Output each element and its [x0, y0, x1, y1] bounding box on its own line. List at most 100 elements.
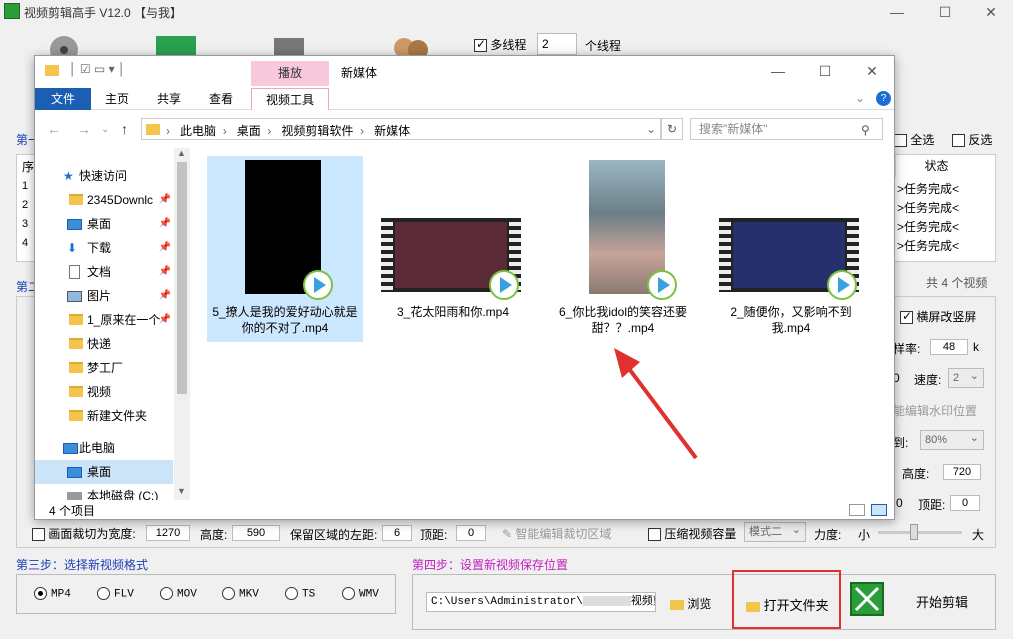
- refresh-icon[interactable]: ↻: [661, 118, 683, 140]
- forward-icon[interactable]: →: [77, 121, 91, 137]
- select-all-checkbox[interactable]: 全选: [894, 131, 934, 148]
- radio-mp4-icon[interactable]: [34, 587, 47, 600]
- ribbon-expand-icon[interactable]: ⌄: [855, 91, 865, 105]
- keep-left-input[interactable]: 6: [382, 525, 412, 541]
- crop-width-checkbox[interactable]: 画面裁切为宽度:: [32, 525, 136, 542]
- crop-top-input[interactable]: 0: [456, 525, 486, 541]
- format-ts[interactable]: TS: [285, 587, 315, 600]
- bitrate-input[interactable]: 48: [930, 339, 968, 355]
- breadcrumb-software[interactable]: 视频剪辑软件: [281, 124, 353, 138]
- back-icon[interactable]: ←: [47, 121, 61, 137]
- search-input[interactable]: 搜索"新媒体": [690, 118, 883, 140]
- invert-check-icon[interactable]: [952, 134, 965, 148]
- start-cut-button[interactable]: 开始剪辑: [916, 592, 968, 611]
- file-item[interactable]: 3_花太阳雨和你.mp4: [375, 156, 531, 342]
- compress-check-icon[interactable]: [648, 528, 661, 542]
- format-flv[interactable]: FLV: [97, 587, 134, 600]
- format-wmv[interactable]: WMV: [342, 587, 379, 600]
- radio-flv-icon[interactable]: [97, 587, 110, 600]
- height-input[interactable]: 720: [943, 464, 981, 480]
- compress-checkbox[interactable]: 压缩视频容量: [648, 525, 736, 542]
- nav-item[interactable]: 桌面 📌: [35, 212, 173, 236]
- explorer-close-button[interactable]: ✕: [857, 61, 887, 81]
- pin-icon[interactable]: 📌: [159, 188, 171, 212]
- nav-item[interactable]: 快递: [35, 332, 173, 356]
- nav-item[interactable]: 视频: [35, 380, 173, 404]
- nav-item[interactable]: 此电脑: [35, 436, 173, 460]
- speed-select[interactable]: 2: [948, 367, 984, 388]
- breadcrumb-desktop[interactable]: 桌面: [237, 124, 261, 138]
- tab-home[interactable]: 主页: [93, 88, 141, 110]
- scroll-up-icon[interactable]: ▲: [177, 148, 186, 158]
- radio-wmv-icon[interactable]: [342, 587, 355, 600]
- radio-mkv-icon[interactable]: [222, 587, 235, 600]
- file-item[interactable]: 2_随便你，又影响不到我.mp4: [713, 156, 869, 342]
- smart-crop-button[interactable]: ✎ 智能编辑裁切区域: [502, 525, 611, 542]
- strength-slider[interactable]: [878, 531, 962, 534]
- help-icon[interactable]: ?: [876, 91, 891, 106]
- save-path-input[interactable]: C:\Users\Administrator\ 视频剪: [426, 592, 656, 612]
- tab-file[interactable]: 文件: [35, 88, 92, 110]
- landscape-check-icon[interactable]: [900, 309, 913, 325]
- tab-view[interactable]: 查看: [197, 88, 245, 110]
- top-input[interactable]: 0: [950, 495, 980, 511]
- nav-item[interactable]: ⬇ 下载 📌: [35, 236, 173, 260]
- radio-mov-icon[interactable]: [160, 587, 173, 600]
- up-icon[interactable]: ↑: [121, 121, 128, 137]
- strength-slider-thumb[interactable]: [910, 524, 918, 540]
- select-all-check-icon[interactable]: [894, 134, 907, 148]
- nav-item[interactable]: 文档 📌: [35, 260, 173, 284]
- maximize-button[interactable]: ☐: [930, 2, 960, 22]
- nav-item[interactable]: 新建文件夹: [35, 404, 173, 428]
- nav-item[interactable]: 图片 📌: [35, 284, 173, 308]
- nav-item[interactable]: 梦工厂: [35, 356, 173, 380]
- invert-checkbox[interactable]: 反选: [952, 131, 992, 148]
- nav-item[interactable]: 1_原来在一个 📌: [35, 308, 173, 332]
- tab-video-tools[interactable]: 视频工具: [251, 88, 329, 110]
- quick-access-toolbar[interactable]: │ ☑ ▭ ▾ │: [69, 62, 125, 76]
- pin-icon[interactable]: 📌: [159, 212, 171, 236]
- address-dropdown-icon[interactable]: ⌄: [646, 122, 656, 136]
- nav-item[interactable]: 本地磁盘 (C:): [35, 484, 173, 500]
- to-select[interactable]: 80%: [920, 429, 984, 450]
- nav-item[interactable]: 桌面: [35, 460, 173, 484]
- crop-check-icon[interactable]: [32, 528, 45, 542]
- pin-icon[interactable]: 📌: [159, 260, 171, 284]
- format-mp4[interactable]: MP4: [34, 587, 71, 600]
- radio-ts-icon[interactable]: [285, 587, 298, 600]
- search-icon[interactable]: ⚲: [861, 123, 870, 137]
- thread-count-input[interactable]: 2: [537, 33, 577, 55]
- explorer-minimize-button[interactable]: —: [763, 61, 793, 81]
- pin-icon[interactable]: 📌: [159, 236, 171, 260]
- format-mov[interactable]: MOV: [160, 587, 197, 600]
- pin-icon[interactable]: 📌: [159, 308, 171, 332]
- breadcrumb-newmedia[interactable]: 新媒体: [374, 124, 410, 138]
- tab-share[interactable]: 共享: [145, 88, 193, 110]
- minimize-button[interactable]: —: [882, 2, 912, 22]
- close-button[interactable]: ✕: [976, 2, 1006, 22]
- crop-width-input[interactable]: 1270: [146, 525, 190, 541]
- explorer-maximize-button[interactable]: ☐: [810, 61, 840, 81]
- nav-scrollbar[interactable]: ▲ ▼: [174, 148, 190, 500]
- pin-icon[interactable]: 📌: [159, 284, 171, 308]
- landscape-to-portrait-checkbox[interactable]: 横屏改竖屏: [900, 308, 976, 325]
- large-icons-view-icon[interactable]: [871, 504, 887, 516]
- address-input[interactable]: › 此电脑 › 桌面 › 视频剪辑软件 › 新媒体 ⌄: [141, 118, 661, 140]
- format-mkv[interactable]: MKV: [222, 587, 259, 600]
- start-cut-icon[interactable]: [850, 582, 884, 616]
- details-view-icon[interactable]: [849, 504, 865, 516]
- nav-item[interactable]: 2345Downlc 📌: [35, 188, 173, 212]
- crop-height-input[interactable]: 590: [232, 525, 280, 541]
- open-folder-content[interactable]: 打开文件夹: [746, 595, 829, 614]
- nav-item[interactable]: ★ 快速访问: [35, 164, 173, 188]
- multithread-check-icon[interactable]: [474, 37, 487, 53]
- file-item[interactable]: 6_你比我idol的笑容还要甜？？.mp4: [545, 156, 701, 342]
- breadcrumb-this-pc[interactable]: 此电脑: [180, 124, 216, 138]
- file-item[interactable]: 5_撩人是我的爱好动心就是你的不对了.mp4: [207, 156, 363, 342]
- watermark-position-button[interactable]: 能编辑水印位置: [893, 402, 977, 419]
- mode-select[interactable]: 模式二: [744, 521, 806, 542]
- recent-dropdown-icon[interactable]: ⌄: [101, 124, 109, 135]
- scroll-thumb[interactable]: [177, 162, 187, 394]
- multithread-checkbox[interactable]: 多线程: [474, 36, 526, 53]
- scroll-down-icon[interactable]: ▼: [177, 486, 186, 496]
